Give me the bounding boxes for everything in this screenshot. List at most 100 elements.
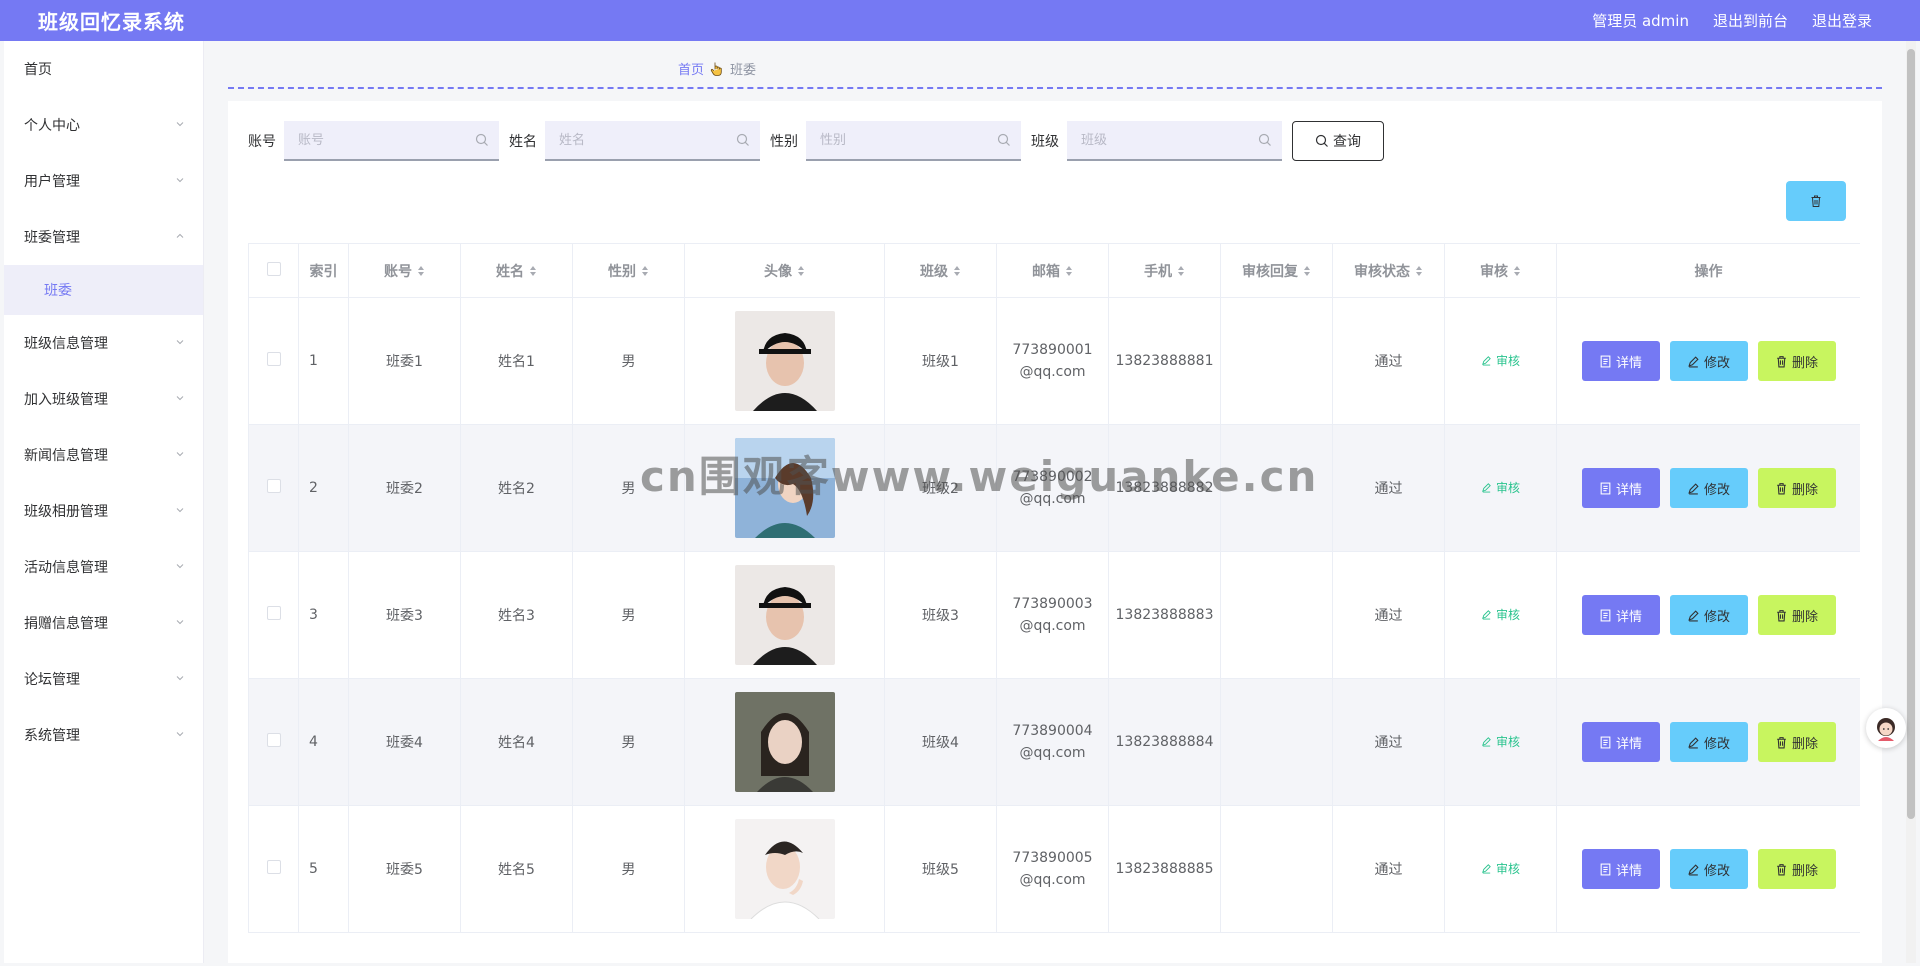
search-icon xyxy=(1315,134,1328,147)
search-bar: 账号 姓名 性别 班级 查询 xyxy=(248,121,1384,161)
sort-icon[interactable] xyxy=(1415,265,1423,277)
detail-button[interactable]: 详情 xyxy=(1581,849,1660,889)
column-header-label: 姓名 xyxy=(496,263,524,280)
delete-button[interactable]: 删除 xyxy=(1757,341,1836,381)
sort-icon[interactable] xyxy=(417,265,425,277)
audit-link[interactable]: 审核 xyxy=(1481,860,1520,877)
edit-icon xyxy=(1688,609,1699,621)
sidebar-subitem-committee[interactable]: 班委 xyxy=(4,265,203,315)
audit-link[interactable]: 审核 xyxy=(1481,479,1520,496)
email-text: 773890003@qq.com xyxy=(1012,595,1093,634)
column-header-gender[interactable]: 性别 xyxy=(572,243,685,298)
delete-button[interactable]: 删除 xyxy=(1757,595,1836,635)
column-header-class[interactable]: 班级 xyxy=(884,243,997,298)
audit-link[interactable]: 审核 xyxy=(1481,606,1520,623)
chevron-down-icon xyxy=(175,561,185,571)
sort-icon[interactable] xyxy=(797,265,805,277)
sidebar-item-personal-center[interactable]: 个人中心 xyxy=(4,97,203,153)
exit-to-front-link[interactable]: 退出到前台 xyxy=(1713,10,1788,31)
edit-button[interactable]: 修改 xyxy=(1669,341,1748,381)
column-header-label: 班级 xyxy=(920,263,948,280)
delete-button[interactable]: 删除 xyxy=(1757,849,1836,889)
sidebar-item-activity[interactable]: 活动信息管理 xyxy=(4,539,203,595)
sidebar-item-label: 系统管理 xyxy=(24,728,80,744)
status-cell: 通过 xyxy=(1332,297,1445,425)
account-search-input[interactable] xyxy=(284,121,499,159)
audit-cell: 审核 xyxy=(1444,424,1557,552)
sidebar-item-label: 用户管理 xyxy=(24,174,80,190)
sidebar-item-forum[interactable]: 论坛管理 xyxy=(4,651,203,707)
delete-button[interactable]: 删除 xyxy=(1757,722,1836,762)
edit-button[interactable]: 修改 xyxy=(1669,468,1748,508)
sort-icon[interactable] xyxy=(953,265,961,277)
sidebar-item-user-management[interactable]: 用户管理 xyxy=(4,153,203,209)
gender-search-input[interactable] xyxy=(806,121,1021,159)
avatar-image[interactable] xyxy=(685,692,884,792)
sort-icon[interactable] xyxy=(1513,265,1521,277)
sidebar-item-home[interactable]: 首页 xyxy=(4,41,203,97)
sort-icon[interactable] xyxy=(1065,265,1073,277)
avatar-image[interactable] xyxy=(685,565,884,665)
audit-link[interactable]: 审核 xyxy=(1481,352,1520,369)
assistant-avatar-icon[interactable] xyxy=(1866,708,1906,748)
detail-button[interactable]: 详情 xyxy=(1581,468,1660,508)
row-checkbox[interactable] xyxy=(266,860,281,874)
row-checkbox[interactable] xyxy=(266,352,281,366)
detail-button[interactable]: 详情 xyxy=(1581,595,1660,635)
detail-button-label: 详情 xyxy=(1615,482,1642,498)
delete-button[interactable]: 删除 xyxy=(1757,468,1836,508)
select-all-checkbox[interactable] xyxy=(266,261,281,276)
sidebar-item-committee-management[interactable]: 班委管理 xyxy=(4,209,203,265)
audit-link[interactable]: 审核 xyxy=(1481,733,1520,750)
column-header-reply[interactable]: 审核回复 xyxy=(1220,243,1333,298)
reply-cell xyxy=(1220,805,1333,933)
edit-button[interactable]: 修改 xyxy=(1669,595,1748,635)
sort-icon[interactable] xyxy=(1177,265,1185,277)
edit-icon xyxy=(1482,356,1491,366)
sidebar-item-album[interactable]: 班级相册管理 xyxy=(4,483,203,539)
column-header-name[interactable]: 姓名 xyxy=(460,243,573,298)
bulk-delete-button[interactable] xyxy=(1786,181,1846,221)
column-header-email[interactable]: 邮箱 xyxy=(996,243,1109,298)
edit-button[interactable]: 修改 xyxy=(1669,849,1748,889)
query-button[interactable]: 查询 xyxy=(1292,121,1384,161)
column-header-account[interactable]: 账号 xyxy=(348,243,461,298)
search-icon xyxy=(475,133,488,146)
detail-button[interactable]: 详情 xyxy=(1581,341,1660,381)
detail-button[interactable]: 详情 xyxy=(1581,722,1660,762)
row-checkbox[interactable] xyxy=(266,606,281,620)
trash-icon xyxy=(1777,863,1786,875)
edit-button-label: 修改 xyxy=(1703,863,1730,879)
name-search-input[interactable] xyxy=(545,121,760,159)
page-scrollbar[interactable] xyxy=(1906,41,1916,963)
sidebar-item-system[interactable]: 系统管理 xyxy=(4,707,203,763)
column-header-label: 邮箱 xyxy=(1032,263,1060,280)
column-header-phone[interactable]: 手机 xyxy=(1108,243,1221,298)
sort-icon[interactable] xyxy=(1303,265,1311,277)
column-header-avatar[interactable]: 头像 xyxy=(684,243,885,298)
sidebar-item-donation[interactable]: 捐赠信息管理 xyxy=(4,595,203,651)
column-header-status[interactable]: 审核状态 xyxy=(1332,243,1445,298)
row-checkbox[interactable] xyxy=(266,479,281,493)
sort-icon[interactable] xyxy=(641,265,649,277)
delete-button-label: 删除 xyxy=(1791,736,1818,752)
sidebar-item-join-class[interactable]: 加入班级管理 xyxy=(4,371,203,427)
avatar-image[interactable] xyxy=(685,438,884,538)
avatar-image[interactable] xyxy=(685,819,884,919)
query-button-label: 查询 xyxy=(1333,134,1361,150)
row-checkbox[interactable] xyxy=(266,733,281,747)
column-header-audit[interactable]: 审核 xyxy=(1444,243,1557,298)
avatar-image[interactable] xyxy=(685,311,884,411)
actions-cell: 详情 修改 删除 xyxy=(1556,551,1860,679)
sort-icon[interactable] xyxy=(529,265,537,277)
sidebar-item-news[interactable]: 新闻信息管理 xyxy=(4,427,203,483)
scrollbar-thumb[interactable] xyxy=(1907,49,1915,819)
sidebar-item-class-info[interactable]: 班级信息管理 xyxy=(4,315,203,371)
column-header-label: 审核回复 xyxy=(1242,263,1298,280)
sidebar-item-label: 首页 xyxy=(24,62,52,78)
breadcrumb-home[interactable]: 首页 xyxy=(678,59,704,78)
class-search-input[interactable] xyxy=(1067,121,1282,159)
class-cell: 班级2 xyxy=(884,424,997,552)
edit-button[interactable]: 修改 xyxy=(1669,722,1748,762)
logout-link[interactable]: 退出登录 xyxy=(1812,10,1872,31)
